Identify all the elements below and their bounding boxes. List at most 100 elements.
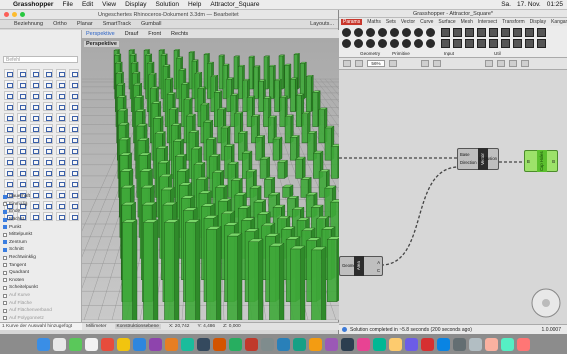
rhino-tool-icon[interactable] xyxy=(43,113,53,122)
param-input-icon[interactable] xyxy=(441,39,450,48)
osnap-option[interactable]: Ende xyxy=(3,208,79,216)
menu-file[interactable]: File xyxy=(62,1,72,8)
rhino-tool-icon[interactable] xyxy=(69,124,79,133)
rhino-tool-icon[interactable] xyxy=(4,69,14,78)
rhino-tool-icon[interactable] xyxy=(4,80,14,89)
osnap-option[interactable]: Auf Flächenverband xyxy=(3,307,79,315)
param-geometry-icon[interactable] xyxy=(414,39,423,48)
dock-app-icon[interactable] xyxy=(165,337,178,351)
rhino-tool-icon[interactable] xyxy=(30,157,40,166)
rhino-tool-icon[interactable] xyxy=(69,102,79,111)
param-input-icon[interactable] xyxy=(441,28,450,37)
rhino-tool-icon[interactable] xyxy=(69,69,79,78)
rhino-tool-icon[interactable] xyxy=(43,102,53,111)
rhino-tool-icon[interactable] xyxy=(30,124,40,133)
rhino-tool-icon[interactable] xyxy=(69,113,79,122)
checkbox-icon[interactable] xyxy=(3,278,7,283)
dock-app-icon[interactable] xyxy=(181,337,194,351)
checkbox-icon[interactable] xyxy=(3,301,7,306)
param-geometry-icon[interactable] xyxy=(402,28,411,37)
gh-tab[interactable]: Curve xyxy=(420,19,433,25)
param-input-icon[interactable] xyxy=(489,28,498,37)
checkbox-icon[interactable] xyxy=(3,316,7,321)
param-input-icon[interactable] xyxy=(513,28,522,37)
osnap-option[interactable]: Scheitelpunkt xyxy=(3,284,79,292)
menu-document[interactable]: Attractor_Square xyxy=(210,1,259,8)
rhino-tool-icon[interactable] xyxy=(30,135,40,144)
rhino-tool-icon[interactable] xyxy=(56,113,66,122)
param-geometry-icon[interactable] xyxy=(378,39,387,48)
checkbox-icon[interactable] xyxy=(3,209,7,214)
dock-app-icon[interactable] xyxy=(149,337,162,351)
rhino-tool-icon[interactable] xyxy=(56,135,66,144)
rhino-tool-icon[interactable] xyxy=(17,135,27,144)
dock-app-icon[interactable] xyxy=(229,337,242,351)
dock-app-icon[interactable] xyxy=(309,337,322,351)
input-base[interactable]: Base xyxy=(460,152,470,157)
osnap-option[interactable]: Auf Fläche xyxy=(3,299,79,307)
rhino-tool-icon[interactable] xyxy=(17,168,27,177)
area-node[interactable]: Geometry Area A C xyxy=(339,256,383,276)
gh-canvas[interactable]: Base Direction Vector Extrusion B Cap Ho… xyxy=(339,70,567,324)
dock-app-icon[interactable] xyxy=(261,337,274,351)
cap-node-core[interactable]: Cap Holes xyxy=(537,150,547,172)
named-views-button[interactable] xyxy=(421,60,429,67)
menu-view[interactable]: View xyxy=(102,1,116,8)
dock-app-icon[interactable] xyxy=(293,337,306,351)
clock-time[interactable]: 01:25 xyxy=(547,1,563,8)
area-output-a[interactable]: A xyxy=(377,260,380,265)
mode-layouts[interactable]: Layouts... xyxy=(310,21,334,27)
status-units[interactable]: Millimeter xyxy=(86,324,107,329)
param-input-icon[interactable] xyxy=(477,28,486,37)
rhino-tool-icon[interactable] xyxy=(30,69,40,78)
dock-app-icon[interactable] xyxy=(85,337,98,351)
rhino-tool-icon[interactable] xyxy=(56,157,66,166)
group-geometry[interactable]: Geometry xyxy=(360,51,380,56)
dock-app-icon[interactable] xyxy=(53,337,66,351)
osnap-option[interactable]: Punkt xyxy=(3,223,79,231)
checkbox-icon[interactable] xyxy=(3,255,7,260)
rhino-tool-icon[interactable] xyxy=(30,113,40,122)
group-primitive[interactable]: Primitive xyxy=(392,51,410,56)
param-geometry-icon[interactable] xyxy=(390,39,399,48)
osnap-option[interactable]: Schnitt xyxy=(3,246,79,254)
gh-tab[interactable]: Maths xyxy=(367,19,381,25)
param-geometry-icon[interactable] xyxy=(378,28,387,37)
rhino-tool-icon[interactable] xyxy=(4,124,14,133)
param-geometry-icon[interactable] xyxy=(354,28,363,37)
checkbox-icon[interactable] xyxy=(3,270,7,275)
checkbox-icon[interactable] xyxy=(3,194,7,199)
osnap-option[interactable]: Rechtwinklig xyxy=(3,254,79,262)
group-util[interactable]: Util xyxy=(494,51,501,56)
dock-app-icon[interactable] xyxy=(117,337,130,351)
gh-tab[interactable]: Intersect xyxy=(478,19,497,25)
dock-app-icon[interactable] xyxy=(197,337,210,351)
dock-app-icon[interactable] xyxy=(277,337,290,351)
rhino-tool-icon[interactable] xyxy=(30,80,40,89)
minimize-icon[interactable] xyxy=(12,12,17,17)
checkbox-icon[interactable] xyxy=(3,308,7,313)
dock-app-icon[interactable] xyxy=(341,337,354,351)
rhino-tool-icon[interactable] xyxy=(4,135,14,144)
gh-tab[interactable]: Transform xyxy=(502,19,525,25)
menu-solution[interactable]: Solution xyxy=(155,1,179,8)
rhino-tool-icon[interactable] xyxy=(69,157,79,166)
tab-perspektive[interactable]: Perspektive xyxy=(86,31,115,37)
osnap-option[interactable]: Mittelpunkt xyxy=(3,231,79,239)
tab-drauf[interactable]: Drauf xyxy=(125,31,138,37)
gh-tab[interactable]: Params xyxy=(341,19,363,25)
navigation-compass-icon[interactable] xyxy=(529,286,563,320)
checkbox-icon[interactable] xyxy=(3,293,7,298)
rhino-tool-icon[interactable] xyxy=(43,157,53,166)
zoom-icon[interactable] xyxy=(20,12,25,17)
rhino-tool-icon[interactable] xyxy=(56,146,66,155)
osnap-option[interactable]: Auf Kurve xyxy=(3,292,79,300)
dock-app-icon[interactable] xyxy=(485,337,498,351)
osnap-option[interactable]: Dauerhaft xyxy=(3,193,79,201)
sketch-button[interactable] xyxy=(433,60,441,67)
dock-app-icon[interactable] xyxy=(469,337,482,351)
menu-edit[interactable]: Edit xyxy=(82,1,93,8)
rhino-tool-icon[interactable] xyxy=(56,69,66,78)
param-input-icon[interactable] xyxy=(477,39,486,48)
rhino-tool-icon[interactable] xyxy=(56,124,66,133)
